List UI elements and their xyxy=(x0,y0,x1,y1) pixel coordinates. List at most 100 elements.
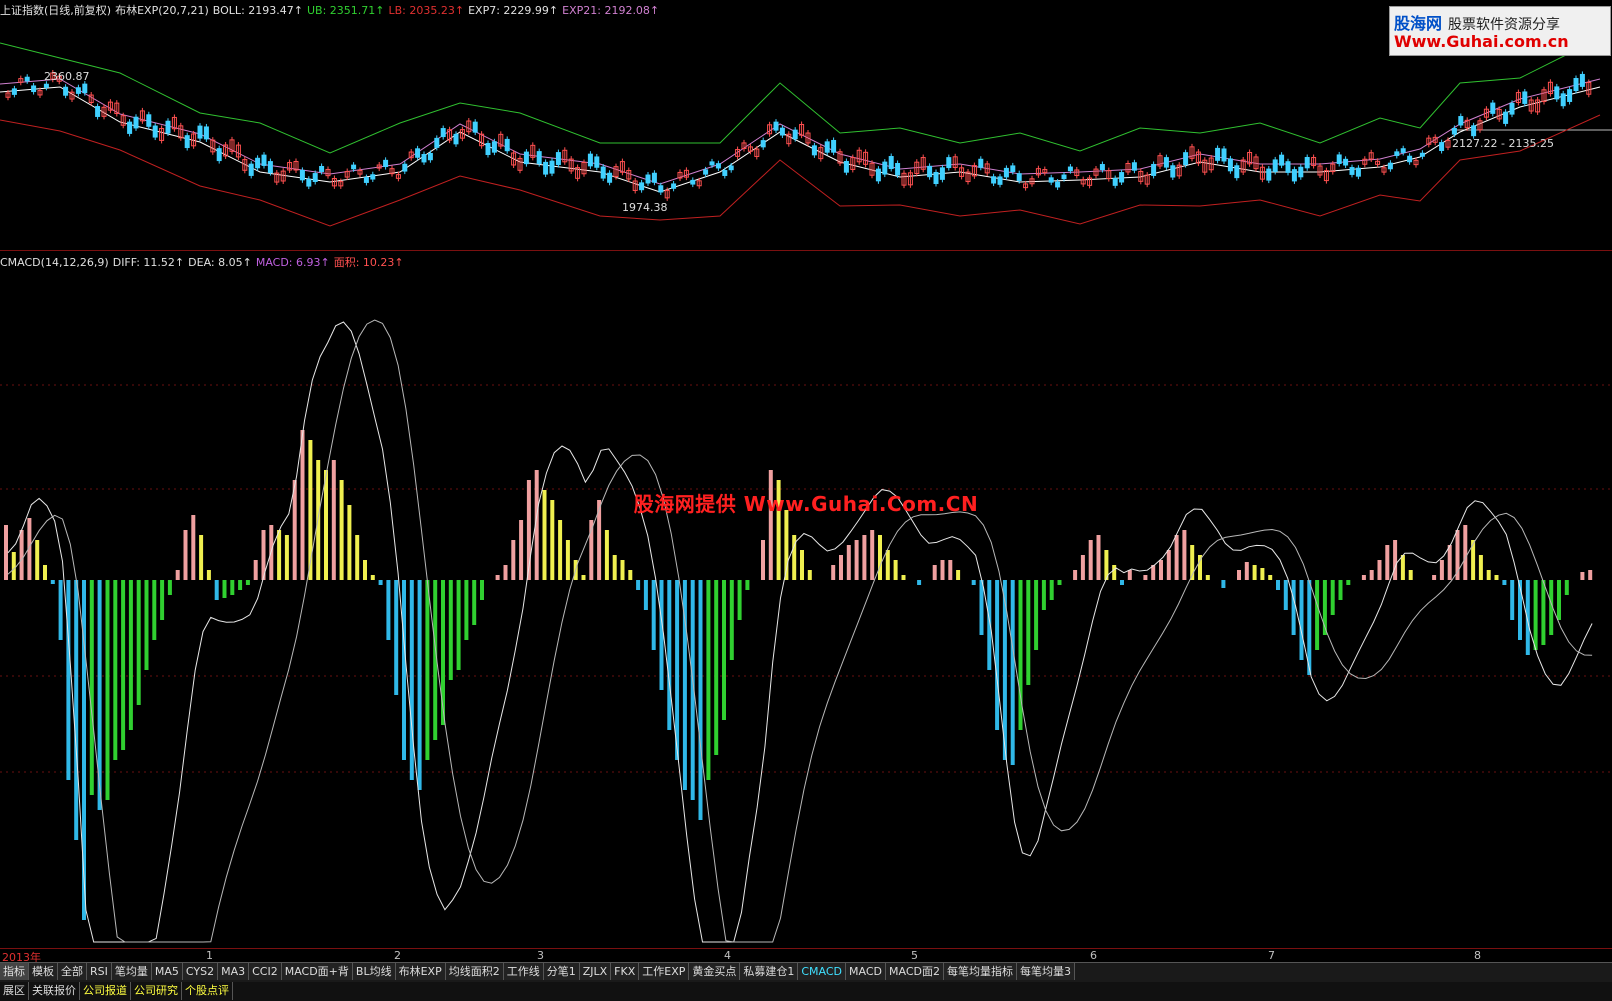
tab-8[interactable]: CCI2 xyxy=(249,963,282,980)
macd-bar xyxy=(230,580,235,595)
macd-bar xyxy=(870,530,875,580)
info-link-3[interactable]: 公司研究 xyxy=(131,982,182,1000)
macd-bar xyxy=(1041,580,1046,610)
candle-body xyxy=(1451,127,1457,135)
tab-19[interactable]: 私募建仓1 xyxy=(740,963,799,980)
candle-body xyxy=(24,76,30,82)
candle-body xyxy=(927,165,933,178)
candle-body xyxy=(1003,167,1009,178)
dea-value: DEA: 8.05↑ xyxy=(188,256,252,269)
macd-bar xyxy=(409,580,414,780)
candle-body xyxy=(543,161,549,175)
macd-bar xyxy=(581,575,586,580)
candle-body xyxy=(1266,168,1272,181)
candle-body xyxy=(1285,161,1291,173)
info-link-1[interactable]: 关联报价 xyxy=(29,982,80,1000)
macd-bar xyxy=(1510,580,1515,620)
macd-bar xyxy=(113,580,118,760)
info-link-0[interactable]: 展区 xyxy=(0,982,29,1000)
tab-6[interactable]: CYS2 xyxy=(182,963,219,980)
macd-bar xyxy=(1400,555,1405,580)
tab-15[interactable]: ZJLX xyxy=(579,963,612,980)
watermark-tag: 股票软件资源分享 xyxy=(1448,17,1561,33)
candle-body xyxy=(402,163,408,172)
macd-bar xyxy=(1112,565,1117,580)
candle-body xyxy=(1400,148,1406,153)
annot-range: 2127.22 - 2135.25 xyxy=(1452,137,1554,150)
macd-bar xyxy=(1221,580,1226,588)
candle-body xyxy=(1221,148,1227,162)
tab-9[interactable]: MACD面+背 xyxy=(281,963,353,980)
macd-bar xyxy=(558,520,563,580)
candle-body xyxy=(997,176,1003,185)
tab-21[interactable]: MACD xyxy=(846,963,887,980)
candle-body xyxy=(773,121,779,131)
tab-12[interactable]: 均线面积2 xyxy=(445,963,504,980)
macd-bar xyxy=(1533,580,1538,650)
tab-11[interactable]: 布林EXP xyxy=(395,963,446,980)
candle-body xyxy=(1503,111,1509,124)
cmacd-chart[interactable] xyxy=(0,272,1612,948)
candle-body xyxy=(600,166,606,179)
candle-body xyxy=(1554,86,1560,100)
candle-body xyxy=(43,83,49,88)
candle-body xyxy=(831,139,837,153)
macd-bar xyxy=(722,580,726,720)
macd-bar xyxy=(1447,545,1452,580)
macd-bar xyxy=(1369,570,1374,580)
macd-bar xyxy=(245,580,250,585)
candle-body xyxy=(703,169,709,175)
macd-bar xyxy=(1010,580,1015,765)
candle-body xyxy=(587,153,593,167)
candle-body xyxy=(421,153,427,163)
macd-bar xyxy=(1463,525,1468,580)
tab-14[interactable]: 分笔1 xyxy=(543,963,580,980)
candle-body xyxy=(811,145,817,156)
candle-body xyxy=(165,120,171,134)
macd-bar xyxy=(448,580,453,680)
candle-body xyxy=(1279,154,1285,166)
macd-bar xyxy=(11,552,16,580)
tab-16[interactable]: FKX xyxy=(611,963,640,980)
candle-body xyxy=(824,141,830,153)
macd-bar xyxy=(1346,580,1351,585)
macd-bar xyxy=(511,540,516,580)
candle-body xyxy=(1509,102,1515,115)
dea-line xyxy=(7,319,1593,943)
macd-bar xyxy=(1377,560,1382,580)
macd-bar xyxy=(932,565,937,580)
tab-5[interactable]: MA5 xyxy=(151,963,183,980)
candle-body xyxy=(312,173,318,182)
candle-body xyxy=(946,157,952,169)
tab-24[interactable]: 每笔均量3 xyxy=(1017,963,1075,980)
tab-23[interactable]: 每笔均量指标 xyxy=(944,963,1017,980)
macd-bar xyxy=(651,580,656,650)
tab-17[interactable]: 工作EXP xyxy=(639,963,690,980)
tab-1[interactable]: 模板 xyxy=(29,963,58,980)
tab-13[interactable]: 工作线 xyxy=(503,963,544,980)
tab-2[interactable]: 全部 xyxy=(58,963,87,980)
tab-10[interactable]: BL均线 xyxy=(352,963,396,980)
candle-body xyxy=(1291,169,1297,182)
tab-18[interactable]: 黄金买点 xyxy=(689,963,741,980)
info-link-2[interactable]: 公司报道 xyxy=(80,982,131,1000)
tab-7[interactable]: MA3 xyxy=(218,963,250,980)
macd-bar xyxy=(58,580,63,640)
macd-bar xyxy=(846,545,851,580)
candle-body xyxy=(255,157,261,169)
diff-value: DIFF: 11.52↑ xyxy=(112,256,185,269)
candle-body xyxy=(1010,165,1016,173)
tab-20[interactable]: CMACD xyxy=(798,963,847,980)
macd-bar xyxy=(1408,570,1413,580)
axis-line xyxy=(0,948,1612,949)
ub-line xyxy=(0,37,1601,154)
tab-0[interactable]: 指标 xyxy=(0,963,29,980)
macd-bar xyxy=(206,570,211,580)
x-tick-label: 6 xyxy=(1090,949,1097,962)
info-link-4[interactable]: 个股点评 xyxy=(182,982,233,1000)
tab-3[interactable]: RSI xyxy=(87,963,112,980)
price-chart[interactable] xyxy=(0,18,1612,248)
tab-4[interactable]: 笔均量 xyxy=(111,963,152,980)
macd-bar xyxy=(878,535,882,580)
tab-22[interactable]: MACD面2 xyxy=(886,963,944,980)
